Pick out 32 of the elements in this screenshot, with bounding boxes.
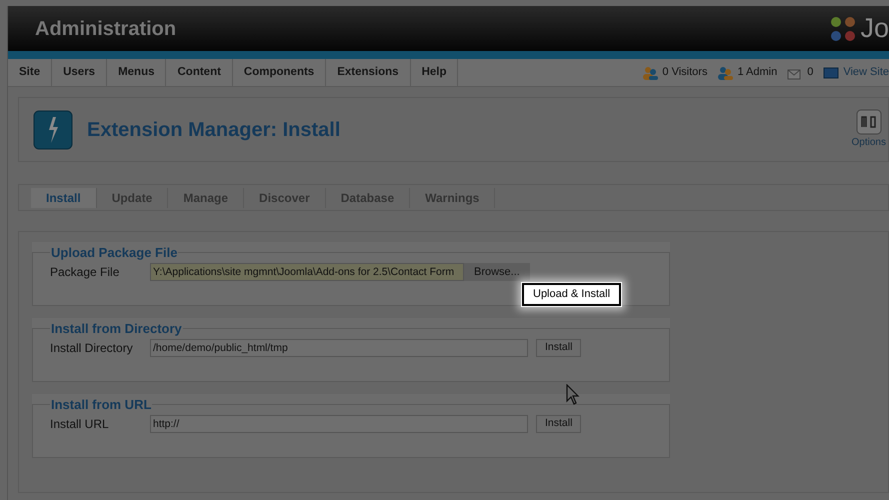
menu-item[interactable]: Site bbox=[8, 59, 52, 86]
path-field[interactable]: /home/demo/public_html/tmp bbox=[150, 339, 528, 357]
browse-button[interactable]: Browse... bbox=[464, 263, 530, 281]
install-button[interactable]: Install bbox=[536, 339, 582, 357]
menu-item[interactable]: Users bbox=[52, 59, 108, 86]
lightning-icon bbox=[33, 110, 73, 150]
path-field[interactable]: http:// bbox=[150, 415, 528, 433]
menu-item[interactable]: Help bbox=[410, 59, 458, 86]
menu-item[interactable]: Extensions bbox=[326, 59, 411, 86]
menu-item[interactable]: Menus bbox=[107, 59, 166, 86]
options-button[interactable]: Options bbox=[852, 109, 888, 150]
field-label: Install URL bbox=[50, 416, 110, 433]
status-text: 1 Admin bbox=[737, 65, 778, 80]
logo-text: Jo bbox=[860, 12, 889, 46]
upload-install-button[interactable]: Upload & Install bbox=[522, 283, 622, 306]
field-label: Package File bbox=[50, 264, 120, 281]
status-text: 0 Visitors bbox=[662, 65, 708, 80]
install-button[interactable]: Install bbox=[536, 415, 582, 433]
field-label: Install Directory bbox=[50, 340, 134, 357]
monitor-icon bbox=[823, 66, 840, 78]
nav-tab[interactable]: Install bbox=[31, 188, 97, 208]
users-icon bbox=[642, 66, 658, 80]
status-text: 0 bbox=[807, 65, 814, 80]
header-title: Administration bbox=[35, 16, 176, 42]
view-site-link[interactable]: View Site bbox=[843, 64, 889, 81]
section-legend: Install from Directory bbox=[50, 322, 183, 335]
page-title: Extension Manager: Install bbox=[87, 118, 340, 142]
menu-item[interactable]: Components bbox=[232, 59, 326, 86]
file-path-field[interactable]: Y:\Applications\site mgmnt\Joomla\Add-ons for 2.5\Contact Form bbox=[150, 263, 464, 281]
menu-item[interactable]: Content bbox=[166, 59, 233, 86]
section-legend: Install from URL bbox=[50, 398, 152, 411]
section-legend: Upload Package File bbox=[50, 246, 178, 259]
